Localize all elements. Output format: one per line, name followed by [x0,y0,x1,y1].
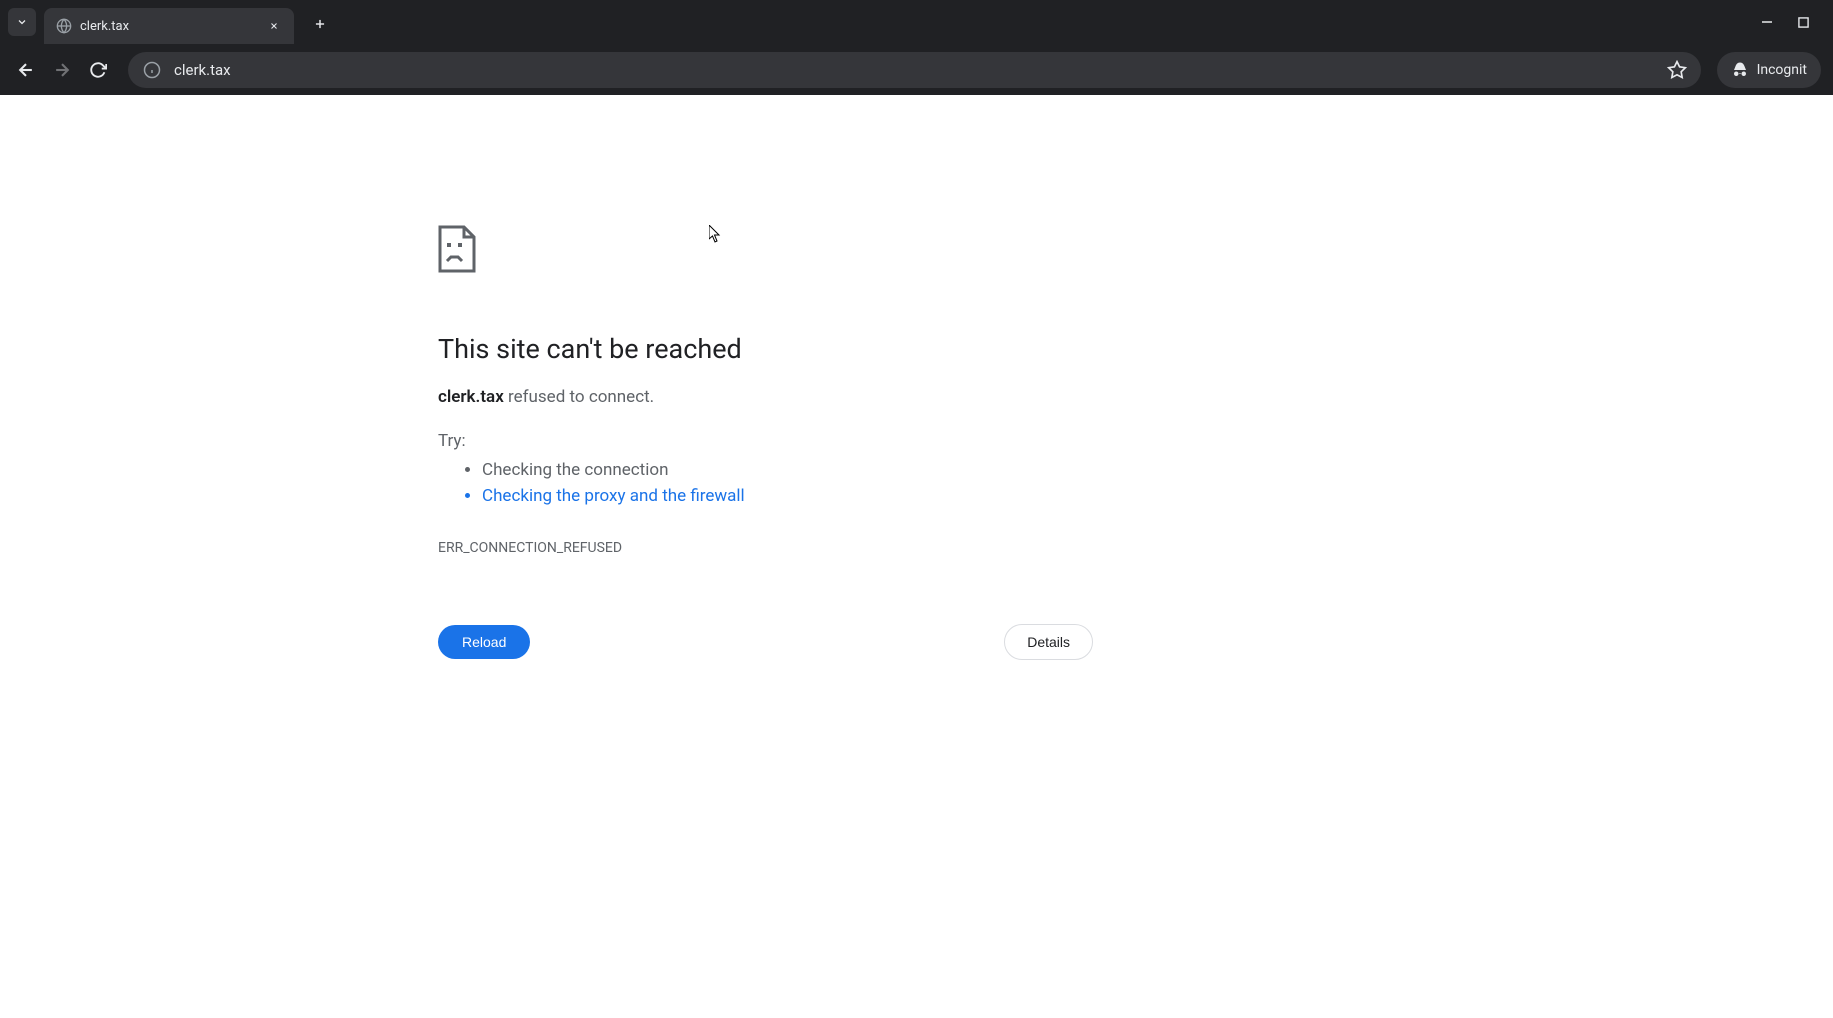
maximize-icon [1798,17,1809,28]
try-label: Try: [438,431,1833,451]
suggestions-list: Checking the connection Checking the pro… [438,457,1833,510]
plus-icon [313,17,327,31]
button-row: Reload Details [438,624,1093,660]
close-icon [269,21,279,31]
sad-page-icon [438,225,1833,277]
forward-button[interactable] [48,56,76,84]
star-icon [1667,60,1687,80]
browser-tab[interactable]: clerk.tax [44,8,294,44]
incognito-badge[interactable]: Incognit [1717,52,1821,88]
window-controls [1761,16,1825,28]
back-button[interactable] [12,56,40,84]
incognito-label: Incognit [1757,62,1807,78]
reload-nav-button[interactable] [84,56,112,84]
error-host: clerk.tax [438,387,504,407]
details-button[interactable]: Details [1004,624,1093,660]
arrow-right-icon [52,60,72,80]
new-tab-button[interactable] [306,10,334,38]
tab-title: clerk.tax [80,19,258,34]
browser-chrome: clerk.tax [0,0,1833,95]
minimize-icon [1761,16,1773,28]
site-info-button[interactable] [142,60,162,80]
chevron-down-icon [16,16,28,28]
reload-icon [89,61,107,79]
error-message: clerk.tax refused to connect. [438,387,1833,407]
error-title: This site can't be reached [438,333,1833,365]
bookmark-button[interactable] [1667,60,1687,80]
error-page-content: This site can't be reached clerk.tax ref… [0,95,1833,660]
tab-bar: clerk.tax [0,0,1833,44]
address-bar[interactable]: clerk.tax [128,52,1701,88]
globe-icon [56,18,72,34]
error-message-suffix: refused to connect. [504,387,654,407]
suggestion-connection: Checking the connection [482,457,1833,483]
reload-button[interactable]: Reload [438,625,530,659]
maximize-button[interactable] [1797,16,1809,28]
suggestion-proxy-link[interactable]: Checking the proxy and the firewall [482,483,1833,509]
url-text: clerk.tax [174,61,1667,79]
error-code: ERR_CONNECTION_REFUSED [438,540,1833,556]
incognito-icon [1731,61,1749,79]
tab-close-button[interactable] [266,18,282,34]
tab-search-button[interactable] [8,8,36,36]
arrow-left-icon [16,60,36,80]
toolbar: clerk.tax Incognit [0,44,1833,95]
minimize-button[interactable] [1761,16,1773,28]
info-icon [143,61,161,79]
